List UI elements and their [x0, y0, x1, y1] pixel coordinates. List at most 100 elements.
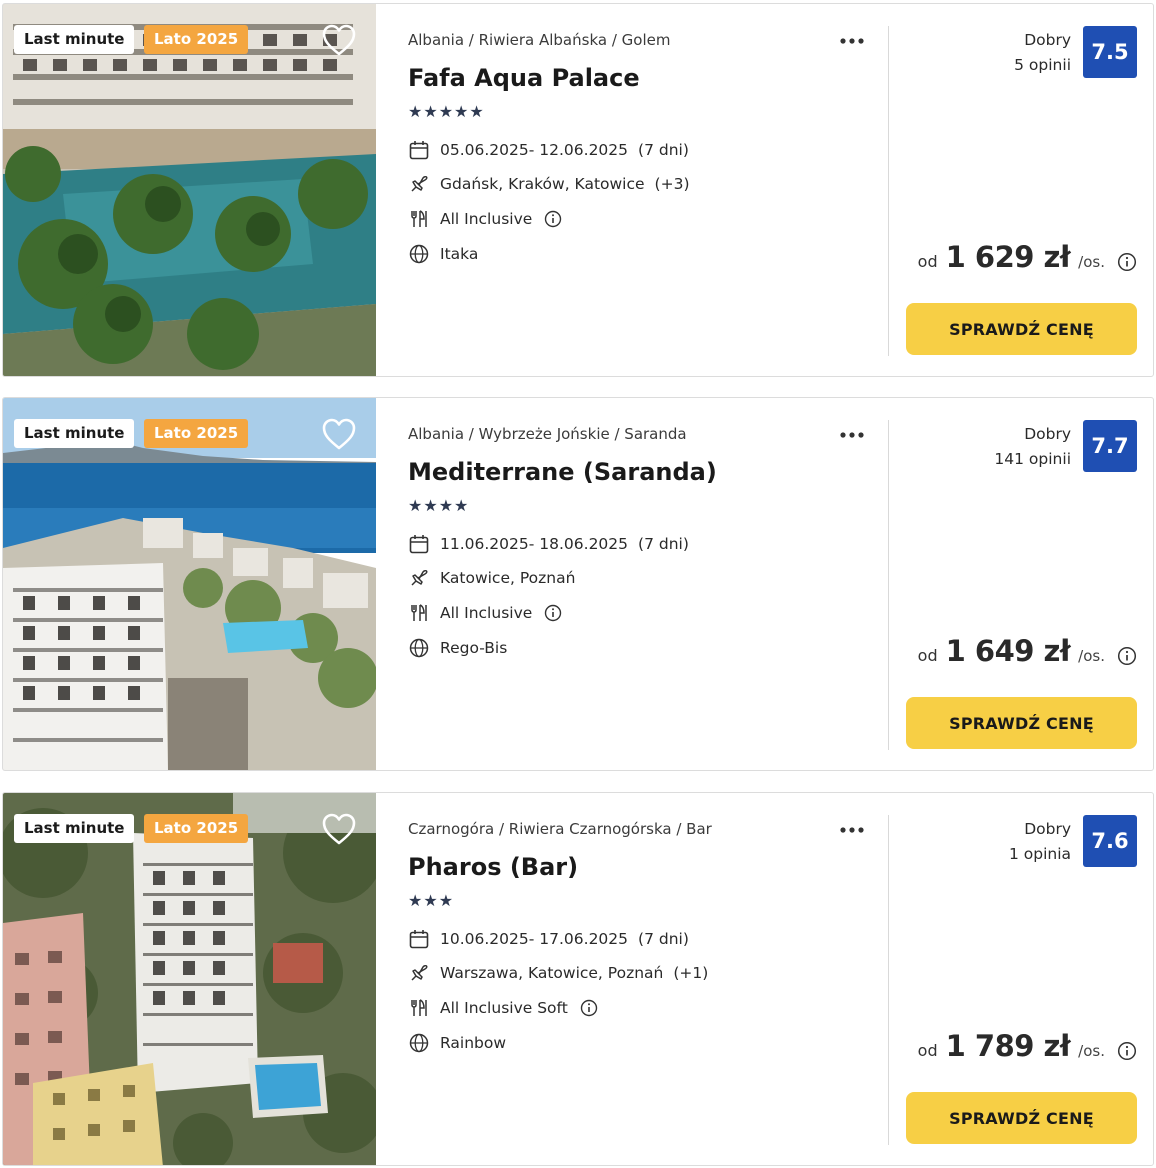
check-price-button[interactable]: SPRAWDŹ CENĘ	[906, 697, 1137, 749]
column-divider	[888, 26, 889, 356]
info-icon[interactable]	[1117, 646, 1137, 666]
price-amount: 1 649 zł	[945, 634, 1071, 668]
location-breadcrumb[interactable]: Albania / Riwiera Albańska / Golem	[408, 31, 670, 49]
duration-text: (7 dni)	[638, 930, 689, 948]
tour-operator: Itaka	[440, 245, 479, 263]
board-row: All Inclusive	[408, 601, 562, 625]
dates-text: 05.06.2025- 12.06.2025	[440, 141, 629, 159]
plane-icon	[408, 173, 430, 195]
review-count: 141 opinii	[994, 450, 1071, 468]
more-dots-icon[interactable]	[837, 425, 867, 445]
hotel-name[interactable]: Fafa Aqua Palace	[408, 64, 640, 92]
hotel-photo[interactable]	[3, 398, 376, 770]
dates-text: 11.06.2025- 18.06.2025	[440, 535, 629, 553]
review-count: 5 opinii	[1014, 56, 1071, 74]
price-block: od 1 789 zł /os.	[918, 1029, 1105, 1063]
departure-cities: Katowice, Poznań	[440, 569, 576, 587]
rating-score-badge: 7.5	[1083, 26, 1137, 78]
cutlery-icon	[408, 208, 430, 230]
departure-row: Gdańsk, Kraków, Katowice (+3)	[408, 172, 690, 196]
hotel-photo[interactable]	[3, 793, 376, 1165]
location-breadcrumb[interactable]: Czarnogóra / Riwiera Czarnogórska / Bar	[408, 820, 712, 838]
price-block: od 1 649 zł /os.	[918, 634, 1105, 668]
price-block: od 1 629 zł /os.	[918, 240, 1105, 274]
rating-summary[interactable]: Dobry 5 opinii	[1014, 28, 1071, 78]
last-minute-tag: Last minute	[14, 419, 135, 448]
price-amount: 1 629 zł	[945, 240, 1071, 274]
departure-cities: Warszawa, Katowice, Poznań	[440, 964, 664, 982]
board-type: All Inclusive	[440, 210, 533, 228]
price-prefix: od	[917, 252, 938, 271]
check-price-button[interactable]: SPRAWDŹ CENĘ	[906, 303, 1137, 355]
more-dots-icon[interactable]	[837, 820, 867, 840]
plane-icon	[408, 962, 430, 984]
hotel-name[interactable]: Mediterrane (Saranda)	[408, 458, 717, 486]
column-divider	[888, 420, 889, 750]
offer-card[interactable]: Last minute Lato 2025 Czarnogóra / Riwie…	[2, 792, 1154, 1166]
info-icon[interactable]	[544, 210, 562, 228]
operator-row: Rego-Bis	[408, 636, 507, 660]
rating-label: Dobry	[1024, 31, 1071, 49]
offer-info: Czarnogóra / Riwiera Czarnogórska / Bar …	[408, 793, 868, 1165]
check-price-button[interactable]: SPRAWDŹ CENĘ	[906, 1092, 1137, 1144]
info-icon[interactable]	[544, 604, 562, 622]
departure-extra[interactable]: (+3)	[655, 175, 690, 193]
rating-label: Dobry	[1024, 425, 1071, 443]
board-row: All Inclusive Soft	[408, 996, 598, 1020]
hotel-aerial-pool-photo	[3, 793, 376, 1165]
dates-row: 05.06.2025- 12.06.2025 (7 dni)	[408, 138, 689, 162]
location-breadcrumb[interactable]: Albania / Wybrzeże Jońskie / Saranda	[408, 425, 687, 443]
hotel-photo[interactable]	[3, 4, 376, 376]
departure-row: Warszawa, Katowice, Poznań (+1)	[408, 961, 708, 985]
hotel-sea-view-photo	[3, 398, 376, 770]
rating-summary[interactable]: Dobry 141 opinii	[994, 422, 1071, 472]
plane-icon	[408, 567, 430, 589]
operator-row: Itaka	[408, 242, 478, 266]
offer-info: Albania / Wybrzeże Jońskie / Saranda Med…	[408, 398, 868, 770]
dates-row: 11.06.2025- 18.06.2025 (7 dni)	[408, 532, 689, 556]
departure-extra[interactable]: (+1)	[673, 964, 708, 982]
board-type: All Inclusive	[440, 604, 533, 622]
season-tag: Lato 2025	[144, 814, 249, 843]
rating-label: Dobry	[1024, 820, 1071, 838]
price-amount: 1 789 zł	[945, 1029, 1071, 1063]
dates-text: 10.06.2025- 17.06.2025	[440, 930, 629, 948]
price-prefix: od	[917, 646, 938, 665]
last-minute-tag: Last minute	[14, 814, 135, 843]
info-icon[interactable]	[1117, 1041, 1137, 1061]
review-count: 1 opinia	[1008, 845, 1071, 863]
rating-summary[interactable]: Dobry 1 opinia	[1009, 817, 1071, 867]
board-row: All Inclusive	[408, 207, 562, 231]
hotel-stars: ★★★★	[408, 496, 470, 515]
info-icon[interactable]	[580, 999, 598, 1017]
cutlery-icon	[408, 602, 430, 624]
hotel-name[interactable]: Pharos (Bar)	[408, 853, 578, 881]
globe-icon	[408, 243, 430, 265]
hotel-stars: ★★★★★	[408, 102, 485, 121]
heart-icon[interactable]	[321, 23, 357, 57]
globe-icon	[408, 637, 430, 659]
price-suffix: /os.	[1078, 253, 1105, 271]
heart-icon[interactable]	[321, 417, 357, 451]
calendar-icon	[408, 928, 430, 950]
more-dots-icon[interactable]	[837, 31, 867, 51]
calendar-icon	[408, 139, 430, 161]
info-icon[interactable]	[1117, 252, 1137, 272]
offer-card[interactable]: Last minute Lato 2025 Albania / Riwiera …	[2, 3, 1154, 377]
calendar-icon	[408, 533, 430, 555]
offer-card[interactable]: Last minute Lato 2025 Albania / Wybrzeże…	[2, 397, 1154, 771]
duration-text: (7 dni)	[638, 141, 689, 159]
departure-cities: Gdańsk, Kraków, Katowice	[440, 175, 645, 193]
board-type: All Inclusive Soft	[440, 999, 568, 1017]
price-suffix: /os.	[1078, 647, 1105, 665]
tour-operator: Rego-Bis	[440, 639, 508, 657]
heart-icon[interactable]	[321, 812, 357, 846]
rating-score-badge: 7.7	[1083, 420, 1137, 472]
hotel-pool-palms-photo	[3, 4, 376, 376]
globe-icon	[408, 1032, 430, 1054]
departure-row: Katowice, Poznań	[408, 566, 575, 590]
tour-operator: Rainbow	[440, 1034, 507, 1052]
last-minute-tag: Last minute	[14, 25, 135, 54]
price-suffix: /os.	[1078, 1042, 1105, 1060]
season-tag: Lato 2025	[144, 25, 249, 54]
